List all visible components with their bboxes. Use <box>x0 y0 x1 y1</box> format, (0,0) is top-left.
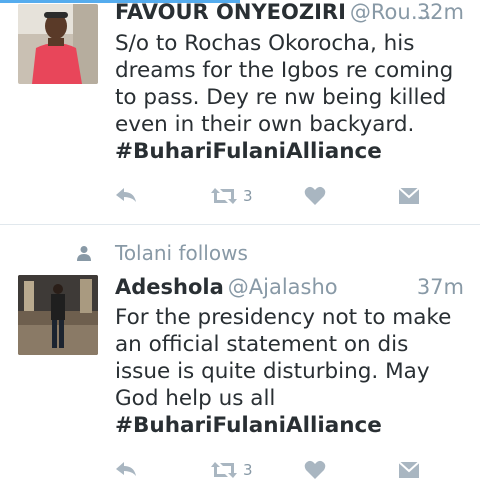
tweet-actions: 3 <box>0 455 480 485</box>
envelope-icon <box>398 187 420 204</box>
hashtag-link[interactable]: #BuhariFulaniAlliance <box>115 412 465 439</box>
tweet-text-block: For the presidency not to make an offici… <box>115 304 465 439</box>
author-handle[interactable]: @Ajalasho <box>228 275 338 299</box>
social-context-text: Tolani follows <box>115 241 248 265</box>
like-button[interactable] <box>304 181 326 211</box>
direct-message-button[interactable] <box>398 455 420 485</box>
envelope-icon <box>398 461 420 478</box>
tweet-actions: 3 <box>0 181 480 211</box>
author-name[interactable]: FAVOUR ONYEOZIRI <box>115 0 346 24</box>
tweet-adeshola[interactable]: Adeshola @Ajalasho 37m For the presidency… <box>0 272 480 488</box>
author-name[interactable]: Adeshola <box>115 275 224 299</box>
retweet-icon <box>211 188 237 204</box>
retweet-button[interactable]: 3 <box>210 181 253 211</box>
avatar[interactable] <box>18 275 98 355</box>
heart-icon <box>304 186 326 205</box>
avatar[interactable] <box>18 4 98 84</box>
reply-button[interactable] <box>114 455 138 485</box>
direct-message-button[interactable] <box>398 181 420 211</box>
tweet-favour[interactable]: FAVOUR ONYEOZIRI @Rou… 32m S/o to Rochas … <box>0 0 480 224</box>
tweet-timestamp: 32m <box>416 0 464 24</box>
tweet-divider <box>0 224 480 225</box>
tweet-text-block: S/o to Rochas Okorocha, his dreams for t… <box>115 30 465 165</box>
tweet-text: S/o to Rochas Okorocha, his dreams for t… <box>115 31 454 137</box>
like-button[interactable] <box>304 455 326 485</box>
retweet-count: 3 <box>243 187 253 205</box>
reply-icon <box>116 188 136 202</box>
retweet-icon <box>211 462 237 478</box>
reply-icon <box>116 462 136 476</box>
tweet-timestamp: 37m <box>416 275 464 299</box>
retweet-count: 3 <box>243 461 253 479</box>
reply-button[interactable] <box>114 181 138 211</box>
heart-icon <box>304 460 326 479</box>
retweet-button[interactable]: 3 <box>210 455 253 485</box>
social-context: Tolani follows <box>77 240 248 266</box>
hashtag-link[interactable]: #BuhariFulaniAlliance <box>115 138 465 165</box>
tweet-text: For the presidency not to make an offici… <box>115 305 452 411</box>
person-icon <box>77 246 91 261</box>
